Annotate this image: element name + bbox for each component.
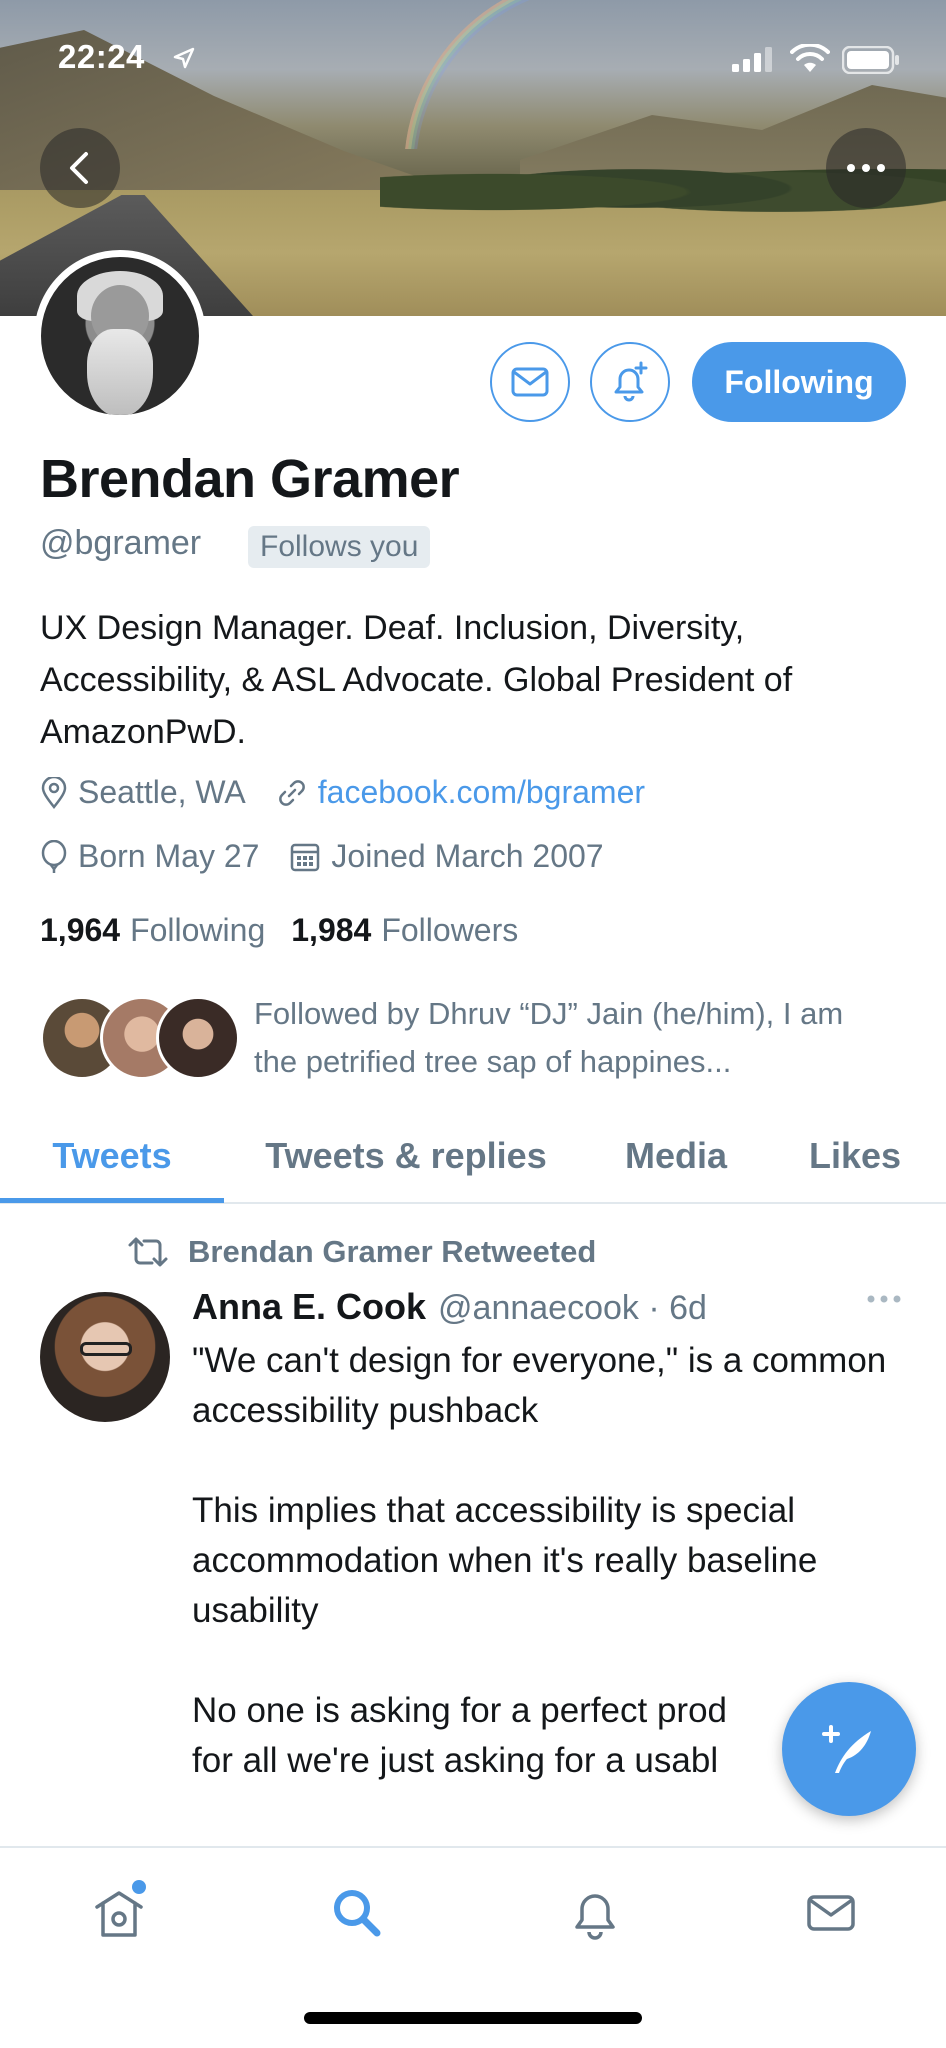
compose-tweet-button[interactable] [782, 1682, 916, 1816]
notify-button[interactable] [590, 342, 670, 422]
tweet-author-name[interactable]: Anna E. Cook [192, 1286, 426, 1328]
following-button[interactable]: Following [692, 342, 906, 422]
location-pin-icon [41, 776, 67, 809]
location-arrow-icon [173, 47, 195, 69]
balloon-icon [41, 839, 67, 873]
profile-bio: UX Design Manager. Deaf. Inclusion, Dive… [40, 609, 793, 751]
profile-joined: Joined March 2007 [289, 838, 604, 875]
status-time: 22:24 [58, 38, 145, 75]
nav-home[interactable] [84, 1878, 154, 1948]
profile-website[interactable]: facebook.com/bgramer [276, 774, 645, 811]
home-indicator[interactable] [304, 2012, 642, 2024]
more-options-button[interactable] [826, 128, 906, 208]
tweet-header: Anna E. Cook @annaecook · 6d [192, 1286, 707, 1328]
tweet-more-icon[interactable] [866, 1294, 902, 1304]
message-button[interactable] [490, 342, 570, 422]
messages-icon [807, 1895, 855, 1931]
profile-tabs: Tweets Tweets & replies Media Likes [0, 1110, 946, 1204]
profile-birthday: Born May 27 [40, 838, 259, 875]
cellular-signal-icon [732, 47, 772, 72]
following-label: Following [130, 912, 266, 948]
back-button[interactable] [40, 128, 120, 208]
search-icon [334, 1890, 381, 1937]
more-horizontal-icon [847, 164, 885, 172]
profile-meta-row-2: Born May 27 Joined March 2007 [40, 838, 634, 875]
active-tab-indicator [0, 1198, 224, 1203]
nav-notifications[interactable] [560, 1878, 630, 1948]
location-text: Seattle, WA [78, 774, 246, 810]
profile-location: Seattle, WA [40, 774, 246, 811]
tab-media[interactable]: Media [588, 1110, 764, 1202]
status-bar: 22:24 [0, 0, 946, 120]
profile-avatar[interactable] [34, 250, 206, 422]
tab-tweets[interactable]: Tweets [0, 1110, 224, 1202]
profile-handle: @bgramer [40, 524, 202, 562]
tweet-author-handle: @annaecook · 6d [438, 1289, 707, 1327]
battery-icon [842, 46, 899, 74]
wifi-icon [790, 44, 830, 72]
home-notification-dot [132, 1880, 146, 1894]
calendar-icon [291, 843, 320, 871]
bell-icon [575, 1894, 615, 1940]
tweet-author-avatar[interactable] [40, 1292, 170, 1422]
website-link[interactable]: facebook.com/bgramer [318, 774, 645, 811]
followers-count: 1,984 [291, 912, 372, 948]
profile-name: Brendan Gramer [40, 449, 460, 509]
following-count-link[interactable]: 1,964 Following [40, 912, 265, 949]
tab-tweets-replies[interactable]: Tweets & replies [224, 1110, 588, 1202]
follow-counts: 1,964 Following 1,984 Followers [40, 912, 544, 949]
follows-you-badge: Follows you [248, 526, 431, 568]
retweet-icon [128, 1237, 168, 1267]
chevron-left-icon [70, 152, 88, 184]
following-count: 1,964 [40, 912, 121, 948]
retweet-context[interactable]: Brendan Gramer Retweeted [126, 1234, 596, 1270]
compose-tweet-icon [822, 1725, 871, 1773]
avatar [156, 996, 240, 1080]
birthday-text: Born May 27 [78, 838, 260, 874]
followers-count-link[interactable]: 1,984 Followers [291, 912, 518, 949]
nav-messages[interactable] [796, 1878, 866, 1948]
profile-meta-row-1: Seattle, WA facebook.com/bgramer [40, 774, 675, 811]
joined-text: Joined March 2007 [331, 838, 604, 874]
link-icon [278, 779, 305, 806]
followed-by-avatars[interactable] [40, 996, 240, 1080]
bell-plus-icon [614, 361, 648, 402]
retweeted-by-text: Brendan Gramer Retweeted [188, 1234, 597, 1269]
followed-by-text[interactable]: Followed by Dhruv “DJ” Jain (he/him), I … [254, 990, 894, 1086]
followers-label: Followers [381, 912, 519, 948]
tab-likes[interactable]: Likes [764, 1110, 946, 1202]
mail-icon [511, 367, 549, 397]
nav-search[interactable] [322, 1878, 392, 1948]
